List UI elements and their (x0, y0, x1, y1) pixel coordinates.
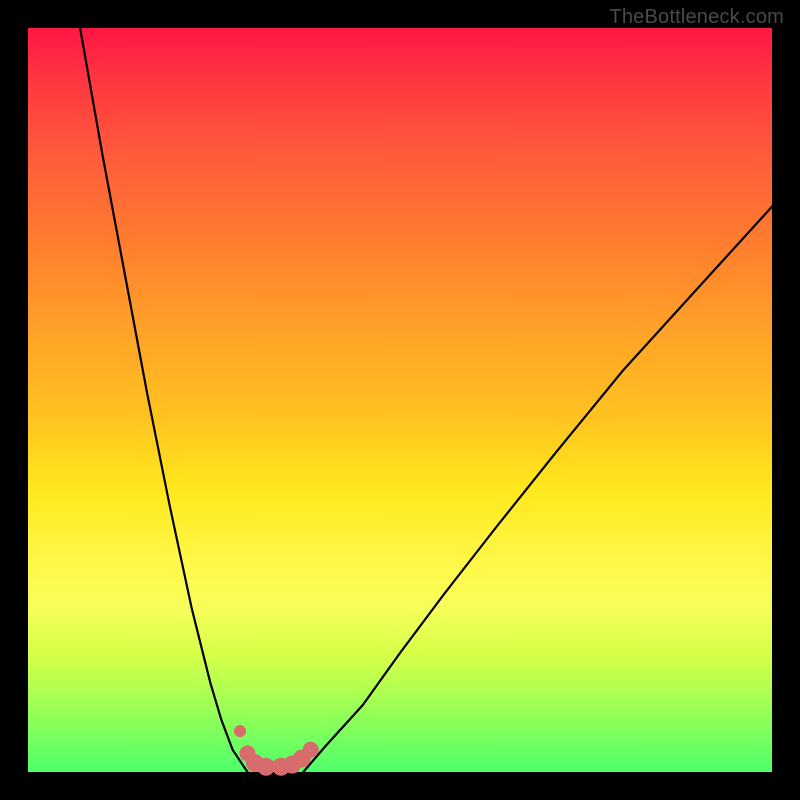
right-curve (303, 207, 772, 772)
watermark-text: TheBottleneck.com (609, 6, 784, 29)
curve-layer (28, 28, 772, 772)
well-marker (234, 725, 246, 737)
left-curve (80, 28, 247, 772)
plot-area (28, 28, 772, 772)
well-marker (303, 742, 319, 758)
chart-frame: TheBottleneck.com (0, 0, 800, 800)
